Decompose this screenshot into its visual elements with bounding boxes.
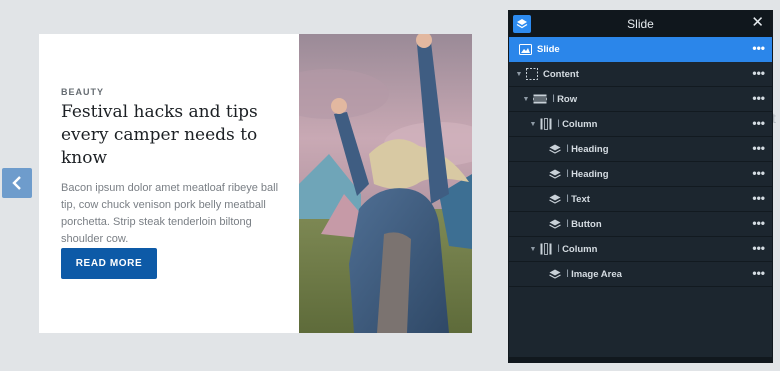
- more-dots-icon[interactable]: •••: [752, 217, 765, 229]
- image-icon: [519, 43, 532, 55]
- caret-down-icon[interactable]: ▼: [529, 246, 537, 253]
- outline-node-content[interactable]: ▼ Content •••: [509, 62, 772, 87]
- text-cursor-icon: I: [566, 218, 570, 230]
- outline-node-label: Text: [571, 193, 590, 205]
- text-cursor-icon: I: [557, 243, 561, 255]
- stack-icon: [549, 269, 561, 280]
- outline-node-heading[interactable]: I Heading •••: [509, 137, 772, 162]
- slide-card: BEAUTY Festival hacks and tips every cam…: [39, 34, 472, 333]
- stack-icon: [549, 144, 561, 155]
- festival-photo: [299, 34, 472, 333]
- outline-node-image-area[interactable]: I Image Area •••: [509, 262, 772, 287]
- row-icon: [533, 94, 547, 104]
- panel-resize-bar[interactable]: [509, 357, 772, 362]
- outline-node-heading[interactable]: I Heading •••: [509, 162, 772, 187]
- close-icon[interactable]: ✕: [751, 15, 764, 31]
- more-dots-icon[interactable]: •••: [752, 117, 765, 129]
- festival-photo-illustration: [299, 34, 472, 333]
- column-icon: [540, 118, 552, 130]
- outline-node-label: Column: [562, 243, 598, 255]
- slide-headline: Festival hacks and tips every camper nee…: [61, 102, 258, 168]
- stack-icon: [549, 194, 561, 205]
- outline-node-label: Image Area: [571, 268, 622, 280]
- outline-node-label: Slide: [537, 43, 560, 55]
- text-cursor-icon: I: [566, 193, 570, 205]
- outline-node-button[interactable]: I Button •••: [509, 212, 772, 237]
- slide-text-block: BEAUTY Festival hacks and tips every cam…: [61, 87, 283, 248]
- outline-node-column[interactable]: ▼ I Column •••: [509, 237, 772, 262]
- more-dots-icon[interactable]: •••: [752, 67, 765, 79]
- text-cursor-icon: I: [552, 93, 556, 105]
- outline-node-label: Row: [557, 93, 578, 105]
- column-icon: [540, 243, 552, 255]
- outline-node-row[interactable]: ▼ I Row •••: [509, 87, 772, 112]
- outline-node-column[interactable]: ▼ I Column •••: [509, 112, 772, 137]
- panel-title: Slide: [627, 17, 654, 31]
- previous-slide-button[interactable]: [2, 168, 32, 198]
- outline-node-text[interactable]: I Text •••: [509, 187, 772, 212]
- text-cursor-icon: I: [557, 118, 561, 130]
- more-dots-icon[interactable]: •••: [752, 192, 765, 204]
- slide-body-text: Bacon ipsum dolor amet meatloaf ribeye b…: [61, 182, 279, 245]
- more-dots-icon[interactable]: •••: [752, 92, 765, 104]
- content-box-icon: [526, 68, 538, 80]
- more-dots-icon[interactable]: •••: [752, 42, 765, 54]
- chevron-left-icon: [12, 176, 21, 190]
- text-cursor-icon: I: [566, 268, 570, 280]
- outline-node-label: Heading: [571, 168, 609, 180]
- panel-header: Slide ✕: [509, 11, 772, 37]
- text-cursor-icon: I: [566, 168, 570, 180]
- outline-node-label: Content: [543, 68, 579, 80]
- read-more-button[interactable]: READ MORE: [61, 248, 157, 279]
- slide-category: BEAUTY: [61, 87, 105, 97]
- caret-down-icon[interactable]: ▼: [529, 121, 537, 128]
- outline-node-slide[interactable]: Slide •••: [509, 37, 772, 62]
- stack-icon: [549, 169, 561, 180]
- outline-node-label: Button: [571, 218, 602, 230]
- caret-down-icon[interactable]: ▼: [522, 96, 530, 103]
- caret-down-icon[interactable]: ▼: [515, 71, 523, 78]
- outline-node-label: Heading: [571, 143, 609, 155]
- more-dots-icon[interactable]: •••: [752, 167, 765, 179]
- more-dots-icon[interactable]: •••: [752, 142, 765, 154]
- more-dots-icon[interactable]: •••: [752, 267, 765, 279]
- stack-icon: [549, 219, 561, 230]
- text-cursor-icon: I: [566, 143, 570, 155]
- outline-node-label: Column: [562, 118, 598, 130]
- more-dots-icon[interactable]: •••: [752, 242, 765, 254]
- outline-panel: Slide ✕ Slide ••• ▼ Content ••• ▼ I Row …: [508, 10, 773, 363]
